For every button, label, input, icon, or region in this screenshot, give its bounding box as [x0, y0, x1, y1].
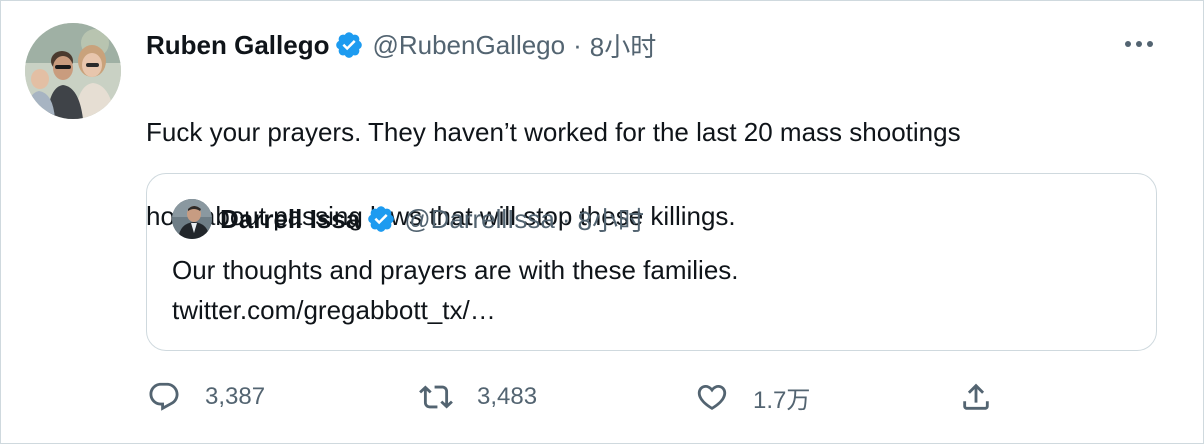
quoted-author-avatar [172, 199, 212, 239]
separator-dot: · [573, 29, 582, 60]
avatar-photo [25, 23, 121, 119]
quoted-tweet[interactable]: Darrell Issa @DarrellIssa · 8小时 Our thou… [146, 173, 1157, 351]
author-handle[interactable]: @RubenGallego [372, 30, 565, 61]
share-icon [963, 383, 989, 410]
quoted-tweet-header: Darrell Issa @DarrellIssa · 8小时 [220, 202, 644, 236]
retweet-count: 3,483 [477, 383, 538, 410]
quoted-tweet-body: Our thoughts and prayers are with these … [172, 255, 739, 285]
verified-badge-icon [336, 32, 363, 58]
quoted-author-name: Darrell Issa [220, 203, 361, 234]
reply-icon [149, 382, 179, 411]
like-button[interactable]: 1.7万 [695, 373, 810, 421]
reply-count: 3,387 [205, 383, 266, 410]
share-button[interactable] [959, 373, 993, 421]
reply-button[interactable]: 3,387 [147, 373, 265, 421]
quoted-avatar-photo [172, 199, 212, 239]
retweet-button[interactable]: 3,483 [419, 373, 537, 421]
tweet-text-line: Fuck your prayers. They haven’t worked f… [146, 117, 961, 147]
quoted-tweet-timestamp: 8小时 [577, 205, 645, 236]
quoted-tweet-text: Our thoughts and prayers are with these … [172, 250, 1132, 330]
retweet-icon [419, 385, 453, 409]
more-options-icon[interactable] [1119, 29, 1159, 59]
author-avatar[interactable] [25, 23, 121, 119]
author-name[interactable]: Ruben Gallego [146, 30, 329, 61]
heart-icon [697, 384, 727, 410]
quoted-author-handle: @DarrellIssa [404, 203, 555, 234]
like-count: 1.7万 [753, 386, 811, 414]
separator-dot: · [561, 203, 571, 234]
tweet-header: Ruben Gallego @RubenGallego · 8小时 [146, 27, 656, 63]
tweet-timestamp[interactable]: 8小时 [590, 27, 656, 64]
tweet-card: Ruben Gallego @RubenGallego · 8小时 Fuck y… [0, 0, 1204, 444]
quoted-tweet-link[interactable]: twitter.com/gregabbott_tx/… [172, 290, 1132, 330]
tweet-actions: 3,387 3,483 1.7万 [1, 373, 1204, 421]
verified-badge-icon [368, 206, 395, 232]
